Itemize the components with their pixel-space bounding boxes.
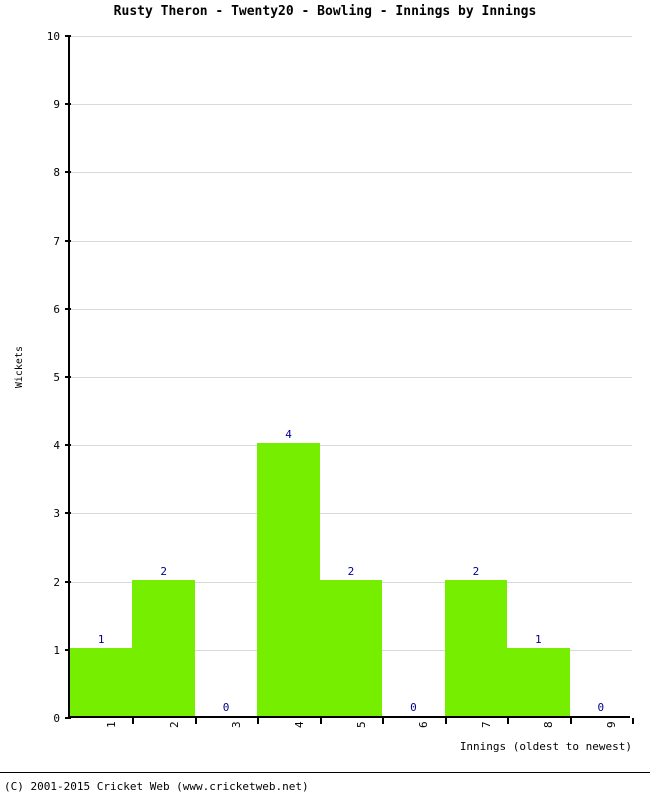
bar: [444, 579, 508, 716]
x-axis-tick: [194, 718, 197, 724]
y-axis-tick: [65, 512, 71, 515]
x-axis-tick-label: 7: [479, 721, 493, 728]
gridline: [70, 513, 632, 515]
bar: [507, 647, 570, 716]
x-axis-tick: [132, 718, 135, 724]
y-axis-tick: [65, 35, 71, 37]
footer-divider: [0, 772, 650, 773]
x-axis-tick-label: 6: [417, 721, 431, 728]
y-axis-tick-label: 2: [53, 575, 60, 589]
y-axis-tick-label: 5: [53, 371, 60, 384]
x-axis-tick-label: 4: [292, 721, 306, 728]
bar-value-label: 4: [285, 428, 292, 442]
y-axis-tick: [65, 376, 71, 378]
bar-value-label: 2: [160, 564, 167, 578]
bar: [319, 579, 383, 716]
gridline: [70, 172, 632, 174]
y-axis-tick-label: 1: [53, 643, 60, 657]
y-axis-tick: [65, 444, 71, 447]
x-axis-tick: [257, 718, 260, 724]
y-axis-tick: [65, 239, 71, 242]
x-axis-tick-label: 3: [230, 721, 244, 728]
y-axis-tick-label: 0: [53, 712, 60, 725]
x-axis-title: Innings (oldest to newest): [459, 740, 632, 753]
bar: [132, 579, 195, 716]
bar-value-label: 0: [410, 701, 417, 714]
bar-value-label: 2: [472, 564, 480, 578]
x-axis-tick-label: 2: [167, 721, 181, 728]
y-axis-tick: [65, 580, 71, 583]
x-axis-tick-label: 1: [105, 721, 119, 728]
y-axis-tick-label: 3: [53, 507, 60, 521]
gridline: [70, 308, 632, 310]
y-axis-tick: [65, 717, 71, 719]
bar-value-label: 2: [347, 564, 355, 578]
y-axis-tick: [65, 103, 71, 106]
y-axis-tick: [65, 171, 71, 174]
bar-value-label: 1: [97, 632, 105, 646]
y-axis-tick-label: 4: [53, 439, 60, 453]
x-axis-tick-label: 8: [542, 721, 556, 728]
y-axis-tick-label: 8: [53, 166, 60, 180]
x-axis-tick: [444, 718, 447, 724]
x-axis-tick: [632, 718, 634, 724]
bar-value-label: 0: [597, 701, 605, 714]
x-axis-tick-label: 9: [604, 721, 618, 728]
x-axis-tick: [319, 718, 322, 724]
x-axis-tick: [507, 718, 510, 724]
gridline: [70, 36, 632, 37]
gridline: [70, 104, 632, 106]
x-axis-tick: [569, 718, 572, 724]
plot-area: 112203442506271809: [65, 35, 634, 728]
y-axis-tick-label: 6: [53, 302, 60, 316]
y-axis-tick-label: 7: [53, 234, 60, 248]
x-axis-tick-label: 5: [355, 721, 368, 728]
y-axis-tick: [65, 307, 71, 310]
y-axis-tick-label: 10: [46, 30, 60, 43]
bar-value-label: 0: [222, 701, 230, 714]
x-axis-tick: [382, 718, 385, 724]
bar-value-label: 1: [535, 632, 542, 646]
y-axis-tick-label: 9: [53, 98, 60, 112]
copyright-text: (C) 2001-2015 Cricket Web (www.cricketwe…: [4, 780, 309, 793]
bowling-innings-chart: Rusty Theron - Twenty20 - Bowling - Inni…: [0, 0, 650, 800]
bar: [257, 443, 320, 716]
gridline: [70, 377, 632, 378]
gridline: [70, 240, 632, 242]
bar: [70, 647, 133, 716]
gridline: [70, 445, 632, 447]
